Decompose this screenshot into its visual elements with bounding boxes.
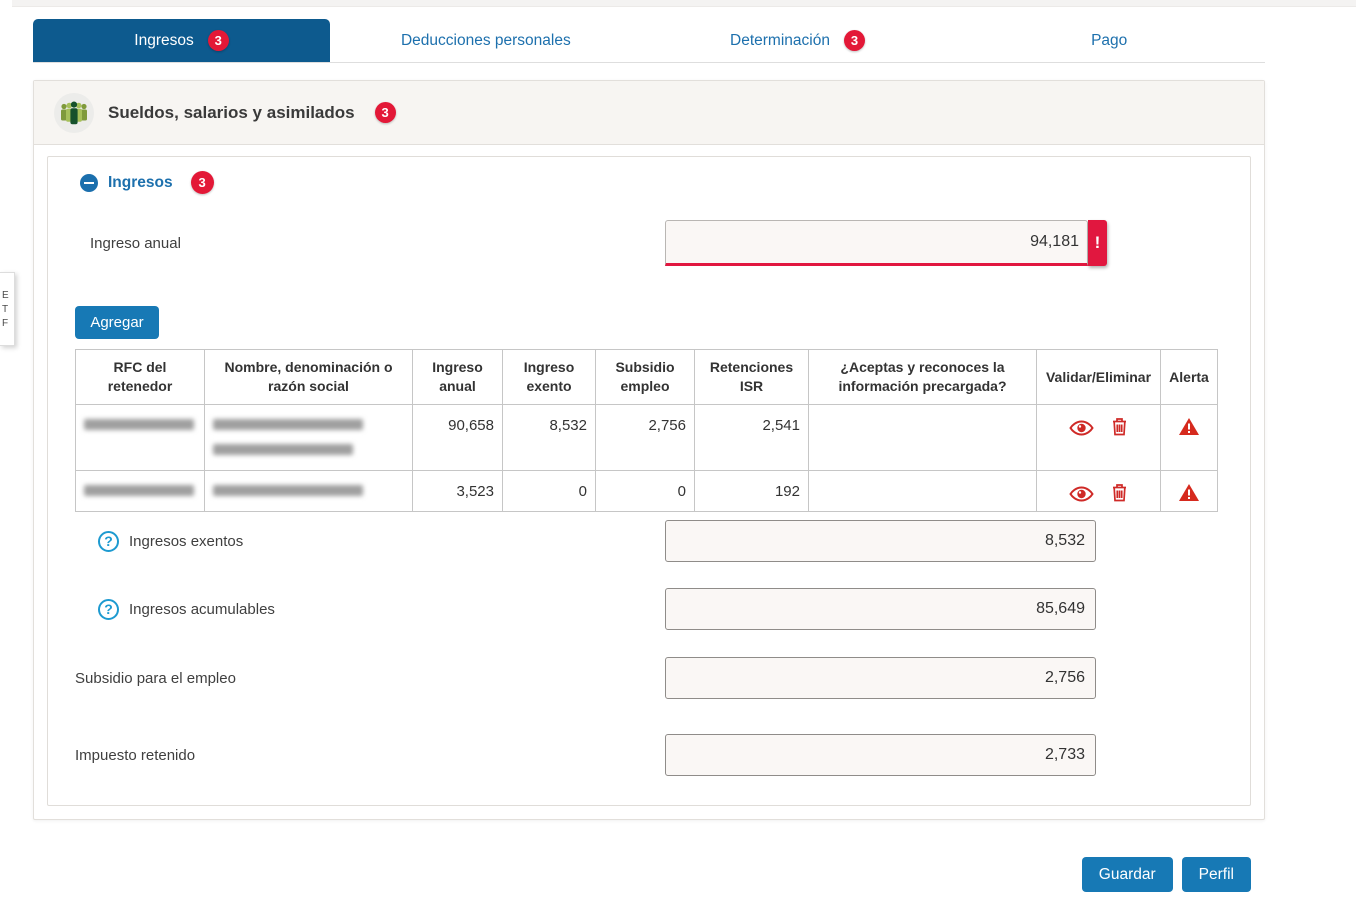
subsidio-empleo-label: Subsidio para el empleo: [75, 670, 236, 687]
impuesto-retenido-label: Impuesto retenido: [75, 747, 195, 764]
col-rfc: RFC del retenedor: [76, 350, 205, 405]
cell-alerta: [1161, 405, 1218, 471]
col-alerta: Alerta: [1161, 350, 1218, 405]
nombre-redacted: [205, 471, 413, 512]
card-header: Sueldos, salarios y asimilados 3: [34, 81, 1264, 145]
cell-retenciones-isr: 2,541: [695, 405, 809, 471]
subsidio-empleo-row: Subsidio para el empleo: [75, 657, 1234, 699]
cell-ingreso-anual: 3,523: [413, 471, 503, 512]
nombre-redacted: [205, 405, 413, 471]
tab-label: Pago: [1091, 32, 1127, 50]
col-ingreso-anual: Ingreso anual: [413, 350, 503, 405]
flyout-letter: F: [2, 317, 14, 330]
agregar-button[interactable]: Agregar: [75, 306, 159, 339]
view-eye-icon[interactable]: [1069, 486, 1094, 505]
col-validar-eliminar: Validar/Eliminar: [1037, 350, 1161, 405]
ingresos-subsection-header: Ingresos 3: [80, 171, 1234, 194]
tab-pago[interactable]: Pago: [953, 19, 1265, 62]
ingresos-exentos-label: Ingresos exentos: [129, 533, 243, 550]
tab-ingresos-badge: 3: [208, 30, 229, 51]
collapse-minus-icon[interactable]: [80, 174, 98, 192]
tab-determinacion[interactable]: Determinación 3: [642, 19, 954, 62]
tab-deducciones-personales[interactable]: Deducciones personales: [330, 19, 642, 62]
footer-actions: Guardar Perfil: [0, 857, 1251, 892]
cell-ingreso-exento: 8,532: [503, 405, 596, 471]
table-row: 90,658 8,532 2,756 2,541: [76, 405, 1218, 471]
alert-triangle-icon: [1178, 489, 1200, 505]
col-subsidio-empleo: Subsidio empleo: [596, 350, 695, 405]
ingreso-anual-row: Ingreso anual !: [90, 220, 1234, 266]
view-eye-icon[interactable]: [1069, 420, 1094, 439]
cell-retenciones-isr: 192: [695, 471, 809, 512]
perfil-button[interactable]: Perfil: [1182, 857, 1251, 892]
ingresos-acumulables-label: Ingresos acumulables: [129, 601, 275, 618]
col-retenciones-isr: Retenciones ISR: [695, 350, 809, 405]
subsidio-empleo-input[interactable]: [665, 657, 1096, 699]
ingresos-exentos-input[interactable]: [665, 520, 1096, 562]
tab-bar: Ingresos 3 Deducciones personales Determ…: [33, 19, 1265, 63]
cell-ingreso-exento: 0: [503, 471, 596, 512]
flyout-letter: E: [2, 289, 14, 302]
delete-trash-icon[interactable]: [1111, 417, 1128, 439]
table-row: 3,523 0 0 192: [76, 471, 1218, 512]
impuesto-retenido-input[interactable]: [665, 734, 1096, 776]
people-group-icon: [54, 93, 94, 133]
tab-ingresos[interactable]: Ingresos 3: [33, 19, 330, 62]
sueldos-card: Sueldos, salarios y asimilados 3 Ingreso…: [33, 80, 1265, 820]
table-header-row: RFC del retenedor Nombre, denominación o…: [76, 350, 1218, 405]
col-aceptas: ¿Aceptas y reconoces la información prec…: [809, 350, 1037, 405]
tab-label: Determinación: [730, 32, 830, 50]
tab-label: Deducciones personales: [401, 32, 571, 50]
section-badge: 3: [375, 102, 396, 123]
subsection-badge: 3: [191, 171, 214, 194]
cell-ingreso-anual: 90,658: [413, 405, 503, 471]
cell-subsidio-empleo: 2,756: [596, 405, 695, 471]
subsection-title: Ingresos: [108, 174, 173, 192]
cell-validar-eliminar: [1037, 405, 1161, 471]
cell-alerta: [1161, 471, 1218, 512]
ingresos-acumulables-input[interactable]: [665, 588, 1096, 630]
ingresos-acumulables-row: ? Ingresos acumulables: [98, 588, 1234, 630]
guardar-button[interactable]: Guardar: [1082, 857, 1173, 892]
ingresos-exentos-row: ? Ingresos exentos: [98, 520, 1234, 562]
section-title: Sueldos, salarios y asimilados: [108, 103, 355, 123]
cell-validar-eliminar: [1037, 471, 1161, 512]
tab-label: Ingresos: [134, 32, 193, 50]
col-nombre: Nombre, denominación o razón social: [205, 350, 413, 405]
delete-trash-icon[interactable]: [1111, 483, 1128, 505]
rfc-redacted: [76, 471, 205, 512]
left-edge-flyout[interactable]: E T F: [0, 272, 15, 346]
help-icon[interactable]: ?: [98, 531, 119, 552]
alert-triangle-icon: [1178, 423, 1200, 439]
cell-aceptas: [809, 405, 1037, 471]
col-ingreso-exento: Ingreso exento: [503, 350, 596, 405]
ingreso-anual-label: Ingreso anual: [90, 235, 181, 252]
help-icon[interactable]: ?: [98, 599, 119, 620]
impuesto-retenido-row: Impuesto retenido: [75, 734, 1234, 776]
ingreso-anual-input[interactable]: [665, 220, 1088, 266]
flyout-letter: T: [2, 303, 14, 316]
error-exclamation-icon: !: [1088, 220, 1107, 266]
rfc-redacted: [76, 405, 205, 471]
ingresos-panel: Ingresos 3 Ingreso anual ! Agregar RFC d…: [47, 156, 1251, 806]
tab-determinacion-badge: 3: [844, 30, 865, 51]
retenedores-table: RFC del retenedor Nombre, denominación o…: [75, 349, 1218, 512]
cell-aceptas: [809, 471, 1037, 512]
top-strip: [12, 0, 1356, 7]
cell-subsidio-empleo: 0: [596, 471, 695, 512]
